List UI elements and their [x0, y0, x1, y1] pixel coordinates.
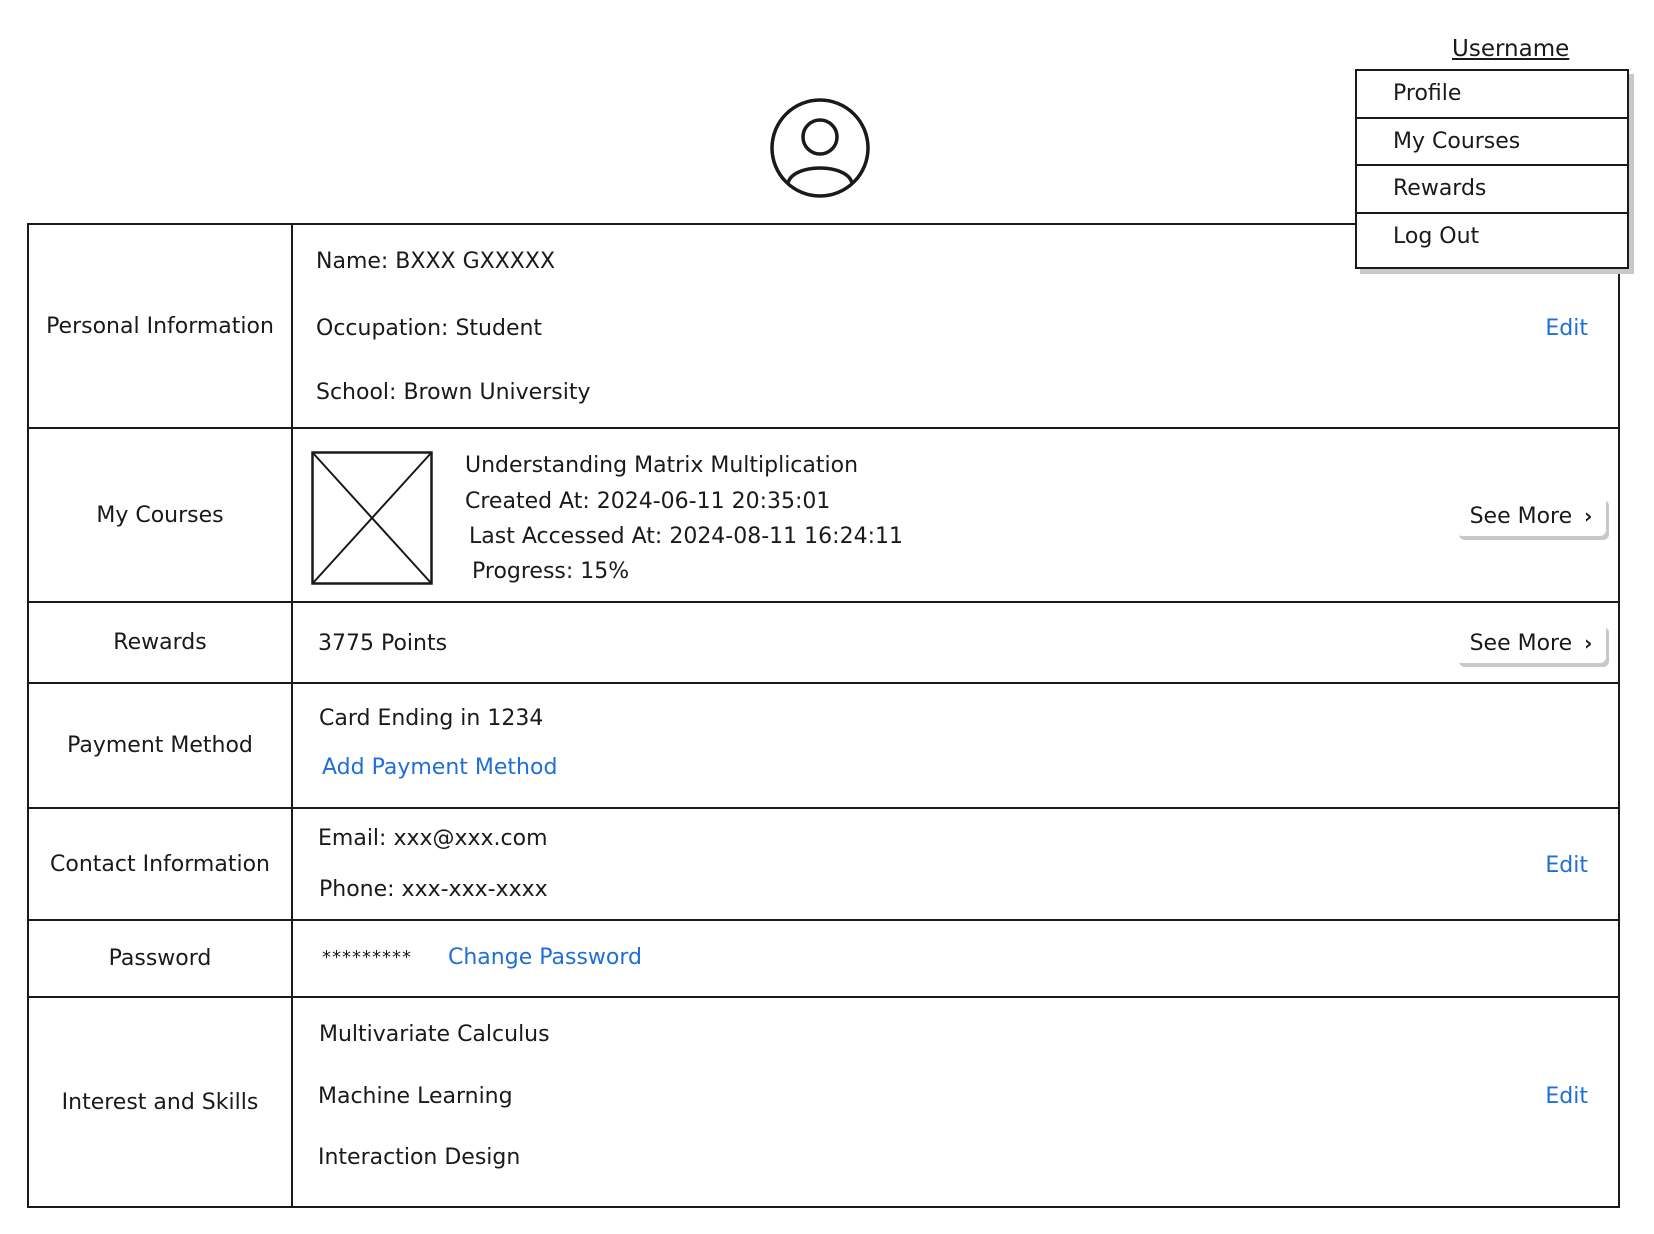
edit-interests-link[interactable]: Edit [1545, 1084, 1588, 1109]
rewards-label: Rewards [29, 603, 293, 682]
menu-item-rewards[interactable]: Rewards [1357, 166, 1627, 214]
reward-points: 3775 Points [318, 631, 448, 656]
course-progress: Progress: 15% [472, 559, 630, 584]
course-created: Created At: 2024-06-11 20:35:01 [465, 489, 831, 514]
menu-item-profile[interactable]: Profile [1357, 71, 1627, 119]
contact-label: Contact Information [29, 809, 293, 919]
payment-row: Payment Method Card Ending in 1234 Add P… [29, 684, 1618, 809]
course-last-accessed: Last Accessed At: 2024-08-11 16:24:11 [469, 524, 903, 549]
courses-content: Understanding Matrix Multiplication Crea… [293, 429, 1618, 601]
see-more-label: See More [1469, 630, 1573, 656]
password-row: Password ********* Change Password [29, 921, 1618, 998]
interest-item: Multivariate Calculus [319, 1022, 550, 1047]
course-title[interactable]: Understanding Matrix Multiplication [465, 453, 858, 478]
interests-label: Interest and Skills [29, 998, 293, 1207]
interests-content: Multivariate Calculus Machine Learning I… [293, 998, 1618, 1207]
courses-row: My Courses Understanding Matrix Multipli… [29, 429, 1618, 603]
chevron-right-icon: › [1584, 631, 1593, 655]
rewards-row: Rewards 3775 Points See More › [29, 603, 1618, 684]
email-field: Email: xxx@xxx.com [318, 826, 548, 851]
personal-info-label: Personal Information [29, 225, 293, 427]
courses-label: My Courses [29, 429, 293, 601]
courses-see-more-button[interactable]: See More › [1456, 496, 1606, 536]
interest-item: Machine Learning [318, 1084, 513, 1109]
edit-contact-link[interactable]: Edit [1545, 853, 1588, 878]
card-info: Card Ending in 1234 [319, 706, 544, 731]
payment-label: Payment Method [29, 684, 293, 807]
name-field: Name: BXXX GXXXXX [316, 249, 556, 274]
change-password-link[interactable]: Change Password [448, 945, 642, 970]
password-masked: ********* [322, 947, 412, 968]
contact-content: Email: xxx@xxx.com Phone: xxx-xxx-xxxx E… [293, 809, 1618, 919]
profile-table: Personal Information Name: BXXX GXXXXX O… [27, 223, 1620, 1208]
interest-item: Interaction Design [318, 1145, 521, 1170]
password-label: Password [29, 921, 293, 996]
phone-field: Phone: xxx-xxx-xxxx [319, 877, 548, 902]
menu-item-my-courses[interactable]: My Courses [1357, 119, 1627, 166]
see-more-label: See More [1469, 503, 1573, 529]
payment-content: Card Ending in 1234 Add Payment Method [293, 684, 1618, 807]
occupation-field: Occupation: Student [316, 316, 543, 341]
edit-personal-link[interactable]: Edit [1545, 316, 1588, 341]
course-thumbnail-placeholder-icon [311, 451, 433, 585]
user-circle-icon [770, 98, 870, 198]
chevron-right-icon: › [1584, 504, 1593, 528]
contact-row: Contact Information Email: xxx@xxx.com P… [29, 809, 1618, 921]
password-content: ********* Change Password [293, 921, 1618, 996]
add-payment-method-link[interactable]: Add Payment Method [322, 755, 557, 780]
rewards-content: 3775 Points See More › [293, 603, 1618, 682]
interests-row: Interest and Skills Multivariate Calculu… [29, 998, 1618, 1207]
menu-item-log-out[interactable]: Log Out [1357, 214, 1627, 262]
user-dropdown-menu: Profile My Courses Rewards Log Out [1355, 69, 1629, 269]
school-field: School: Brown University [316, 380, 591, 405]
rewards-see-more-button[interactable]: See More › [1456, 623, 1606, 663]
username-link[interactable]: Username [1452, 36, 1569, 62]
